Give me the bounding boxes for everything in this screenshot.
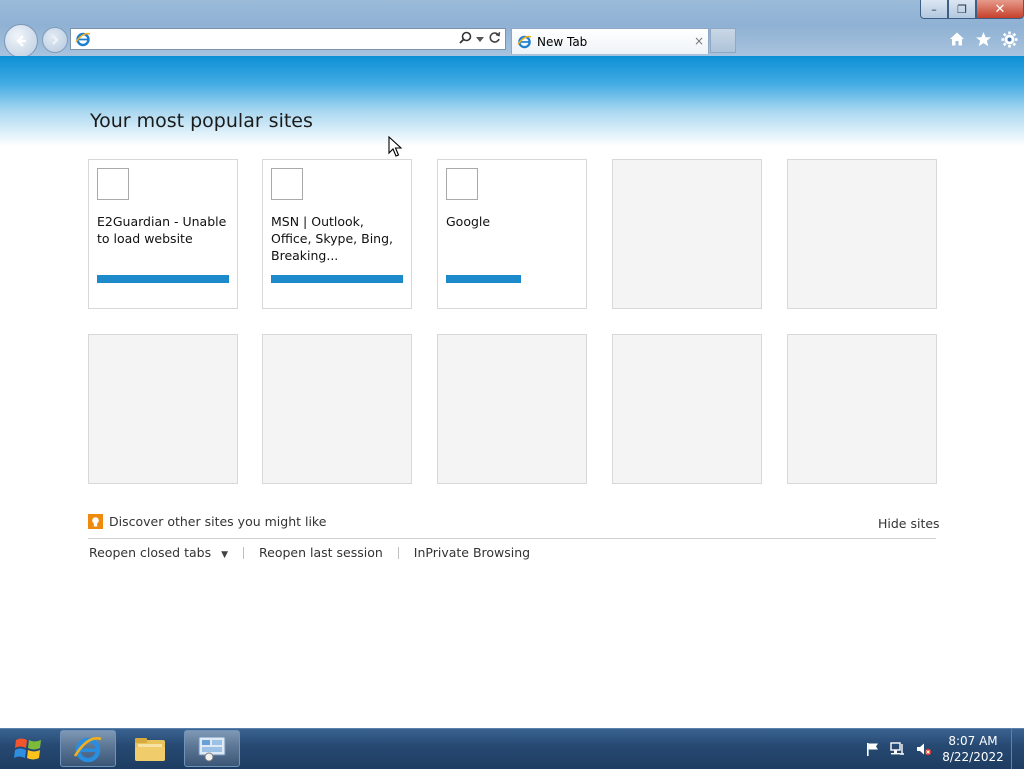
dropdown-arrow-icon[interactable] [476,32,484,46]
restore-button[interactable]: ❐ [948,0,976,19]
chevron-down-icon: ▼ [221,550,229,560]
discover-sites-link[interactable]: Discover other sites you might like [88,514,326,529]
empty-site-tile[interactable] [787,159,937,309]
windows-logo-icon [14,738,41,760]
minimize-button[interactable]: – [920,0,948,19]
search-icon[interactable] [459,31,472,47]
link-separator [243,546,245,559]
address-bar[interactable] [70,28,506,50]
clock-date: 8/22/2022 [942,750,1004,764]
close-window-button[interactable]: ✕ [976,0,1024,19]
taskbar-clock[interactable]: 8:07 AM 8/22/2022 [936,733,1010,765]
empty-site-tile[interactable] [437,334,587,484]
new-tab-button[interactable] [710,28,736,53]
empty-site-tile[interactable] [612,159,762,309]
ie-tab-icon [517,34,532,53]
address-tools [459,31,501,47]
forward-arrow-icon [52,35,59,45]
site-tile[interactable]: E2Guardian - Unable to load website [88,159,238,309]
divider [88,538,936,539]
internet-explorer-icon [73,736,102,762]
taskbar: 8:07 AM 8/22/2022 [0,728,1024,769]
site-tile[interactable]: Google [437,159,587,309]
new-tab-page: Your most popular sites E2Guardian - Una… [0,56,1024,728]
network-icon[interactable] [890,741,906,760]
tab-close-icon[interactable]: × [694,34,704,48]
forward-button[interactable] [42,27,68,53]
window-controls: – ❐ ✕ [920,0,1024,20]
show-desktop-button[interactable] [1011,729,1024,769]
refresh-icon[interactable] [488,31,501,47]
taskbar-internet-explorer[interactable] [60,730,116,767]
site-tile-label: Google [446,214,491,229]
address-input[interactable] [95,31,459,49]
empty-site-tile[interactable] [262,334,412,484]
tab-title: New Tab [537,35,588,49]
ie-page-icon [75,31,91,51]
site-tile[interactable]: MSN | Outlook, Office, Skype, Bing, Brea… [262,159,412,309]
site-favicon [97,168,129,200]
mouse-cursor-icon [388,136,402,157]
reopen-closed-tabs-label: Reopen closed tabs [89,545,212,560]
start-button[interactable] [6,732,50,766]
inprivate-browsing-link[interactable]: InPrivate Browsing [414,545,530,560]
system-tray [866,741,932,760]
hide-sites-link[interactable]: Hide sites [878,516,940,531]
home-icon[interactable] [948,30,966,48]
site-tile-label: MSN | Outlook, Office, Skype, Bing, Brea… [271,214,394,263]
taskbar-file-explorer[interactable] [122,730,178,767]
discover-text: Discover other sites you might like [109,514,327,529]
usage-bar [271,275,403,283]
tab-new-tab[interactable]: New Tab × [511,28,709,54]
session-links: Reopen closed tabs ▼ Reopen last session… [89,545,530,560]
back-button[interactable] [4,24,38,58]
reopen-closed-tabs-link[interactable]: Reopen closed tabs ▼ [89,545,228,560]
site-tile-label: E2Guardian - Unable to load website [97,214,227,246]
settings-gear-icon[interactable] [1000,30,1018,48]
empty-site-tile[interactable] [787,334,937,484]
page-title: Your most popular sites [90,110,313,132]
volume-muted-icon[interactable] [916,741,932,760]
lightbulb-icon [88,514,103,529]
clock-time: 8:07 AM [948,734,998,748]
empty-site-tile[interactable] [612,334,762,484]
action-center-flag-icon[interactable] [866,741,880,760]
usage-bar [446,275,521,283]
link-separator [397,546,399,559]
file-explorer-icon [135,737,165,761]
usage-bar [97,275,229,283]
command-icons [948,30,1018,48]
site-favicon [271,168,303,200]
site-favicon [446,168,478,200]
browser-chrome: – ❐ ✕ New Tab × [0,0,1024,58]
reopen-last-session-link[interactable]: Reopen last session [259,545,383,560]
server-manager-icon [198,736,226,761]
empty-site-tile[interactable] [88,334,238,484]
back-arrow-icon [16,35,26,47]
favorites-star-icon[interactable] [974,30,992,48]
taskbar-server-manager[interactable] [184,730,240,767]
